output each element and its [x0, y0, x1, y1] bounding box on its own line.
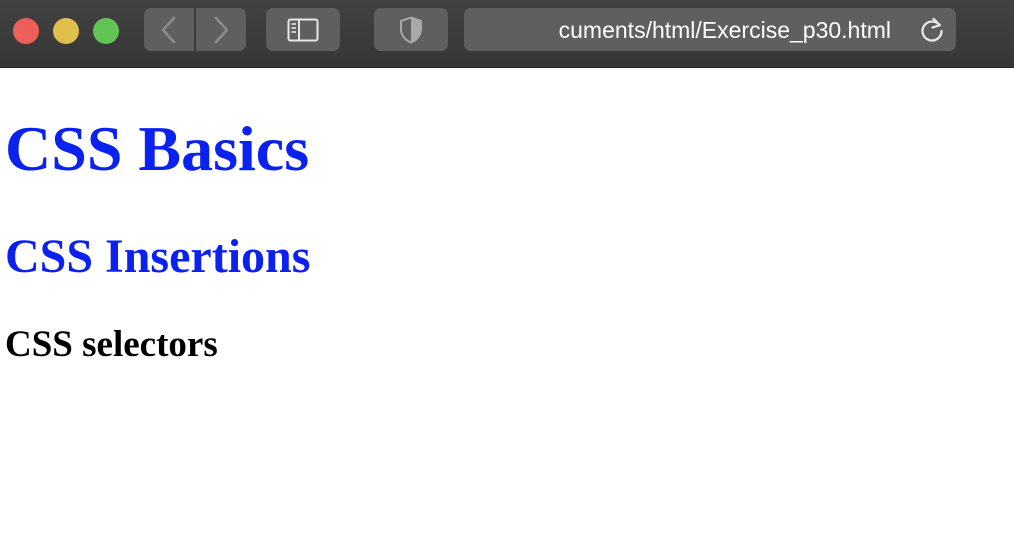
heading-css-insertions: CSS Insertions: [5, 230, 311, 283]
close-window-button[interactable]: [13, 18, 39, 44]
sidebar-toggle-button[interactable]: [266, 8, 340, 51]
heading-css-basics: CSS Basics: [5, 113, 310, 184]
sidebar-icon: [287, 18, 319, 41]
shield-icon: [400, 15, 422, 44]
zoom-window-button[interactable]: [93, 18, 119, 44]
browser-window: cuments/html/Exercise_p30.html CSS Basic…: [0, 0, 1014, 556]
url-text: cuments/html/Exercise_p30.html: [558, 17, 891, 43]
forward-button[interactable]: [196, 8, 246, 51]
back-button[interactable]: [144, 8, 194, 51]
chevron-right-icon: [214, 16, 229, 43]
minimize-window-button[interactable]: [53, 18, 79, 44]
reload-icon[interactable]: [918, 16, 946, 44]
browser-toolbar: cuments/html/Exercise_p30.html: [0, 0, 1014, 68]
chevron-left-icon: [161, 16, 176, 43]
address-bar[interactable]: cuments/html/Exercise_p30.html: [464, 8, 956, 51]
heading-css-selectors: CSS selectors: [5, 324, 218, 365]
page-content: CSS Basics CSS Insertions CSS selectors: [0, 69, 1014, 556]
url-fade: [464, 8, 559, 51]
privacy-report-button[interactable]: [374, 8, 448, 51]
